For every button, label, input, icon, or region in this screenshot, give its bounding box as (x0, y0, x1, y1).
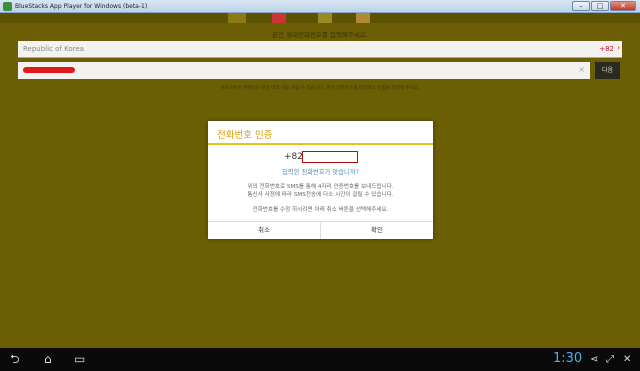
dialog-button-bar: 취소 확인 (208, 221, 433, 239)
app-icon[interactable] (272, 13, 286, 23)
phone-prompt: 본인 휴대전화번호를 입력해주세요. (272, 31, 368, 39)
verification-notice: 카카오톡은 전화번호 인증 이후 사용 하실 수 있습니다. 본인 전화번호를 … (220, 86, 420, 91)
clock: 1:30 (553, 351, 583, 366)
window-title: BlueStacks App Player for Windows (beta-… (15, 3, 148, 10)
window-titlebar: BlueStacks App Player for Windows (beta-… (0, 0, 640, 13)
recent-apps-icon[interactable]: ▭ (74, 352, 85, 366)
dialog-info-line: 위의 전화번호로 SMS를 통해 4자리 인증번호를 보내드립니다. (247, 184, 394, 190)
share-icon[interactable]: ⋖ (590, 353, 598, 367)
clear-icon[interactable]: × (578, 65, 585, 74)
app-icon[interactable] (356, 13, 370, 23)
android-navbar: ⮌ ⌂ ▭ 1:30 ⋖ ⤢ ✕ (0, 348, 640, 371)
dialog-title: 전화번호 인증 (217, 130, 273, 141)
dialog-info-line: 전화번호를 수정 하시려면 아래 취소 버튼을 선택해주세요. (252, 207, 389, 213)
window-controls: – □ ✕ (572, 1, 636, 11)
redaction-mark (23, 67, 75, 73)
next-button[interactable]: 다음 (595, 62, 620, 79)
redaction-box (302, 151, 358, 163)
app-icon[interactable] (228, 13, 246, 23)
confirm-button[interactable]: 확인 (321, 222, 433, 239)
country-code: +82 (599, 45, 614, 53)
close-button[interactable]: ✕ (610, 1, 636, 11)
maximize-button[interactable]: □ (591, 1, 609, 11)
app-screen: 본인 휴대전화번호를 입력해주세요. Republic of Korea +82… (0, 13, 640, 348)
app-icon-strip (0, 13, 640, 23)
phone-verification-dialog: 전화번호 인증 +82 입력한 전화번호가 맞습니까? 위의 전화번호로 SMS… (208, 121, 433, 239)
fullscreen-icon[interactable]: ⤢ (606, 353, 614, 367)
dialog-confirm-question: 입력한 전화번호가 맞습니까? (282, 169, 359, 176)
close-app-icon[interactable]: ✕ (623, 353, 631, 367)
dialog-info-line: 통신사 사정에 따라 SMS전송에 다소 시간이 걸릴 수 있습니다. (247, 192, 394, 198)
bluestacks-icon (3, 2, 12, 11)
dialog-divider (208, 143, 433, 145)
cancel-button[interactable]: 취소 (208, 222, 321, 239)
back-icon[interactable]: ⮌ (10, 352, 20, 366)
dialog-country-code: +82 (284, 152, 303, 162)
country-selector[interactable]: Republic of Korea +82 › (18, 41, 622, 58)
minimize-button[interactable]: – (572, 1, 590, 11)
phone-number-input[interactable]: × (18, 62, 590, 79)
app-icon[interactable] (318, 13, 332, 23)
home-icon[interactable]: ⌂ (44, 352, 52, 366)
chevron-right-icon: › (617, 44, 620, 52)
country-name: Republic of Korea (23, 45, 84, 53)
